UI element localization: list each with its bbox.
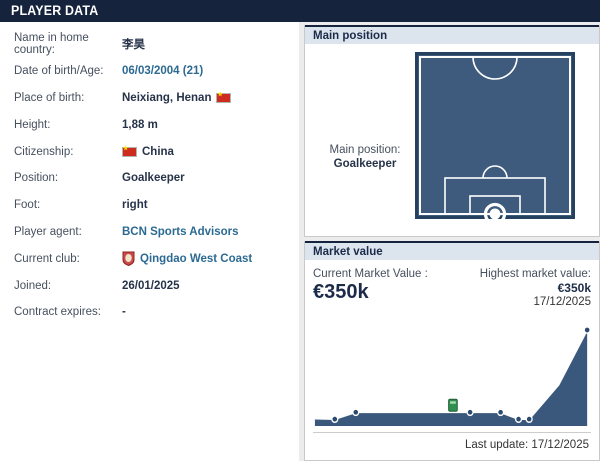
row-label: Citizenship: bbox=[14, 145, 74, 158]
row-position: Position: Goalkeeper bbox=[14, 165, 299, 192]
row-player-agent: Player agent: BCN Sports Advisors bbox=[14, 219, 299, 246]
half-pitch-icon bbox=[415, 52, 575, 226]
row-date-of-birth: Date of birth/Age: 06/03/2004 (21) bbox=[14, 58, 299, 85]
row-value: 26/01/2025 bbox=[122, 279, 180, 292]
row-height: Height: 1,88 m bbox=[14, 111, 299, 138]
row-current-club: Current club: Qingdao West Coast bbox=[14, 245, 299, 272]
row-value: Neixiang, Henan bbox=[122, 91, 212, 104]
highest-market-value-date: 17/12/2025 bbox=[533, 296, 591, 308]
player-agent-link[interactable]: BCN Sports Advisors bbox=[122, 226, 239, 238]
main-position-label: Main position: bbox=[329, 144, 401, 156]
row-name-home-country: Name in home country: 李昊 bbox=[14, 31, 299, 58]
row-value: right bbox=[122, 199, 148, 212]
row-value: 李昊 bbox=[122, 39, 145, 52]
row-citizenship: Citizenship: China bbox=[14, 138, 299, 165]
club-crest-icon bbox=[122, 251, 135, 267]
current-market-value-label: Current Market Value : bbox=[313, 268, 428, 280]
current-market-value: €350k bbox=[313, 281, 369, 303]
row-label: Place of birth: bbox=[14, 91, 85, 104]
row-joined: Joined: 26/01/2025 bbox=[14, 272, 299, 299]
row-label: Player agent: bbox=[14, 225, 82, 238]
row-foot: Foot: right bbox=[14, 192, 299, 219]
row-label: Current club: bbox=[14, 252, 80, 265]
market-value-chart-area bbox=[313, 320, 591, 433]
row-label: Foot: bbox=[14, 199, 41, 212]
main-position-panel-title: Main position bbox=[305, 25, 599, 44]
row-value: China bbox=[142, 145, 174, 158]
main-position-value: Goalkeeper bbox=[333, 158, 397, 170]
market-value-panel: Market value Current Market Value : €350… bbox=[304, 241, 600, 461]
row-value: 1,88 m bbox=[122, 118, 158, 131]
page-title: PLAYER DATA bbox=[11, 3, 99, 18]
player-info-panel: Name in home country: 李昊 Date of birth/A… bbox=[0, 22, 299, 461]
row-label: Name in home country: bbox=[14, 32, 89, 57]
highest-market-value-label: Highest market value: bbox=[479, 268, 591, 280]
china-flag-icon bbox=[122, 145, 137, 157]
row-label: Joined: bbox=[14, 279, 52, 292]
row-label: Date of birth/Age: bbox=[14, 65, 104, 78]
row-label: Height: bbox=[14, 118, 51, 131]
club-crest-marker bbox=[448, 398, 458, 412]
date-of-birth-link[interactable]: 06/03/2004 (21) bbox=[122, 65, 203, 77]
china-flag-icon bbox=[216, 91, 232, 103]
pitch-graphic bbox=[415, 52, 575, 227]
row-place-of-birth: Place of birth: Neixiang, Henan bbox=[14, 85, 299, 112]
row-label: Contract expires: bbox=[14, 306, 101, 319]
player-data-header: PLAYER DATA bbox=[0, 0, 600, 22]
row-value: - bbox=[122, 306, 126, 319]
main-position-panel: Main position Main position: Goalkeeper bbox=[304, 25, 600, 237]
last-update-text: Last update: 17/12/2025 bbox=[464, 439, 589, 451]
market-value-panel-title: Market value bbox=[305, 241, 599, 260]
row-label: Position: bbox=[14, 172, 59, 185]
row-contract-expires: Contract expires: - bbox=[14, 299, 299, 326]
row-value: Goalkeeper bbox=[122, 172, 185, 185]
highest-market-value: €350k bbox=[557, 281, 591, 295]
market-value-chart bbox=[314, 326, 591, 426]
current-club-link[interactable]: Qingdao West Coast bbox=[140, 253, 252, 265]
